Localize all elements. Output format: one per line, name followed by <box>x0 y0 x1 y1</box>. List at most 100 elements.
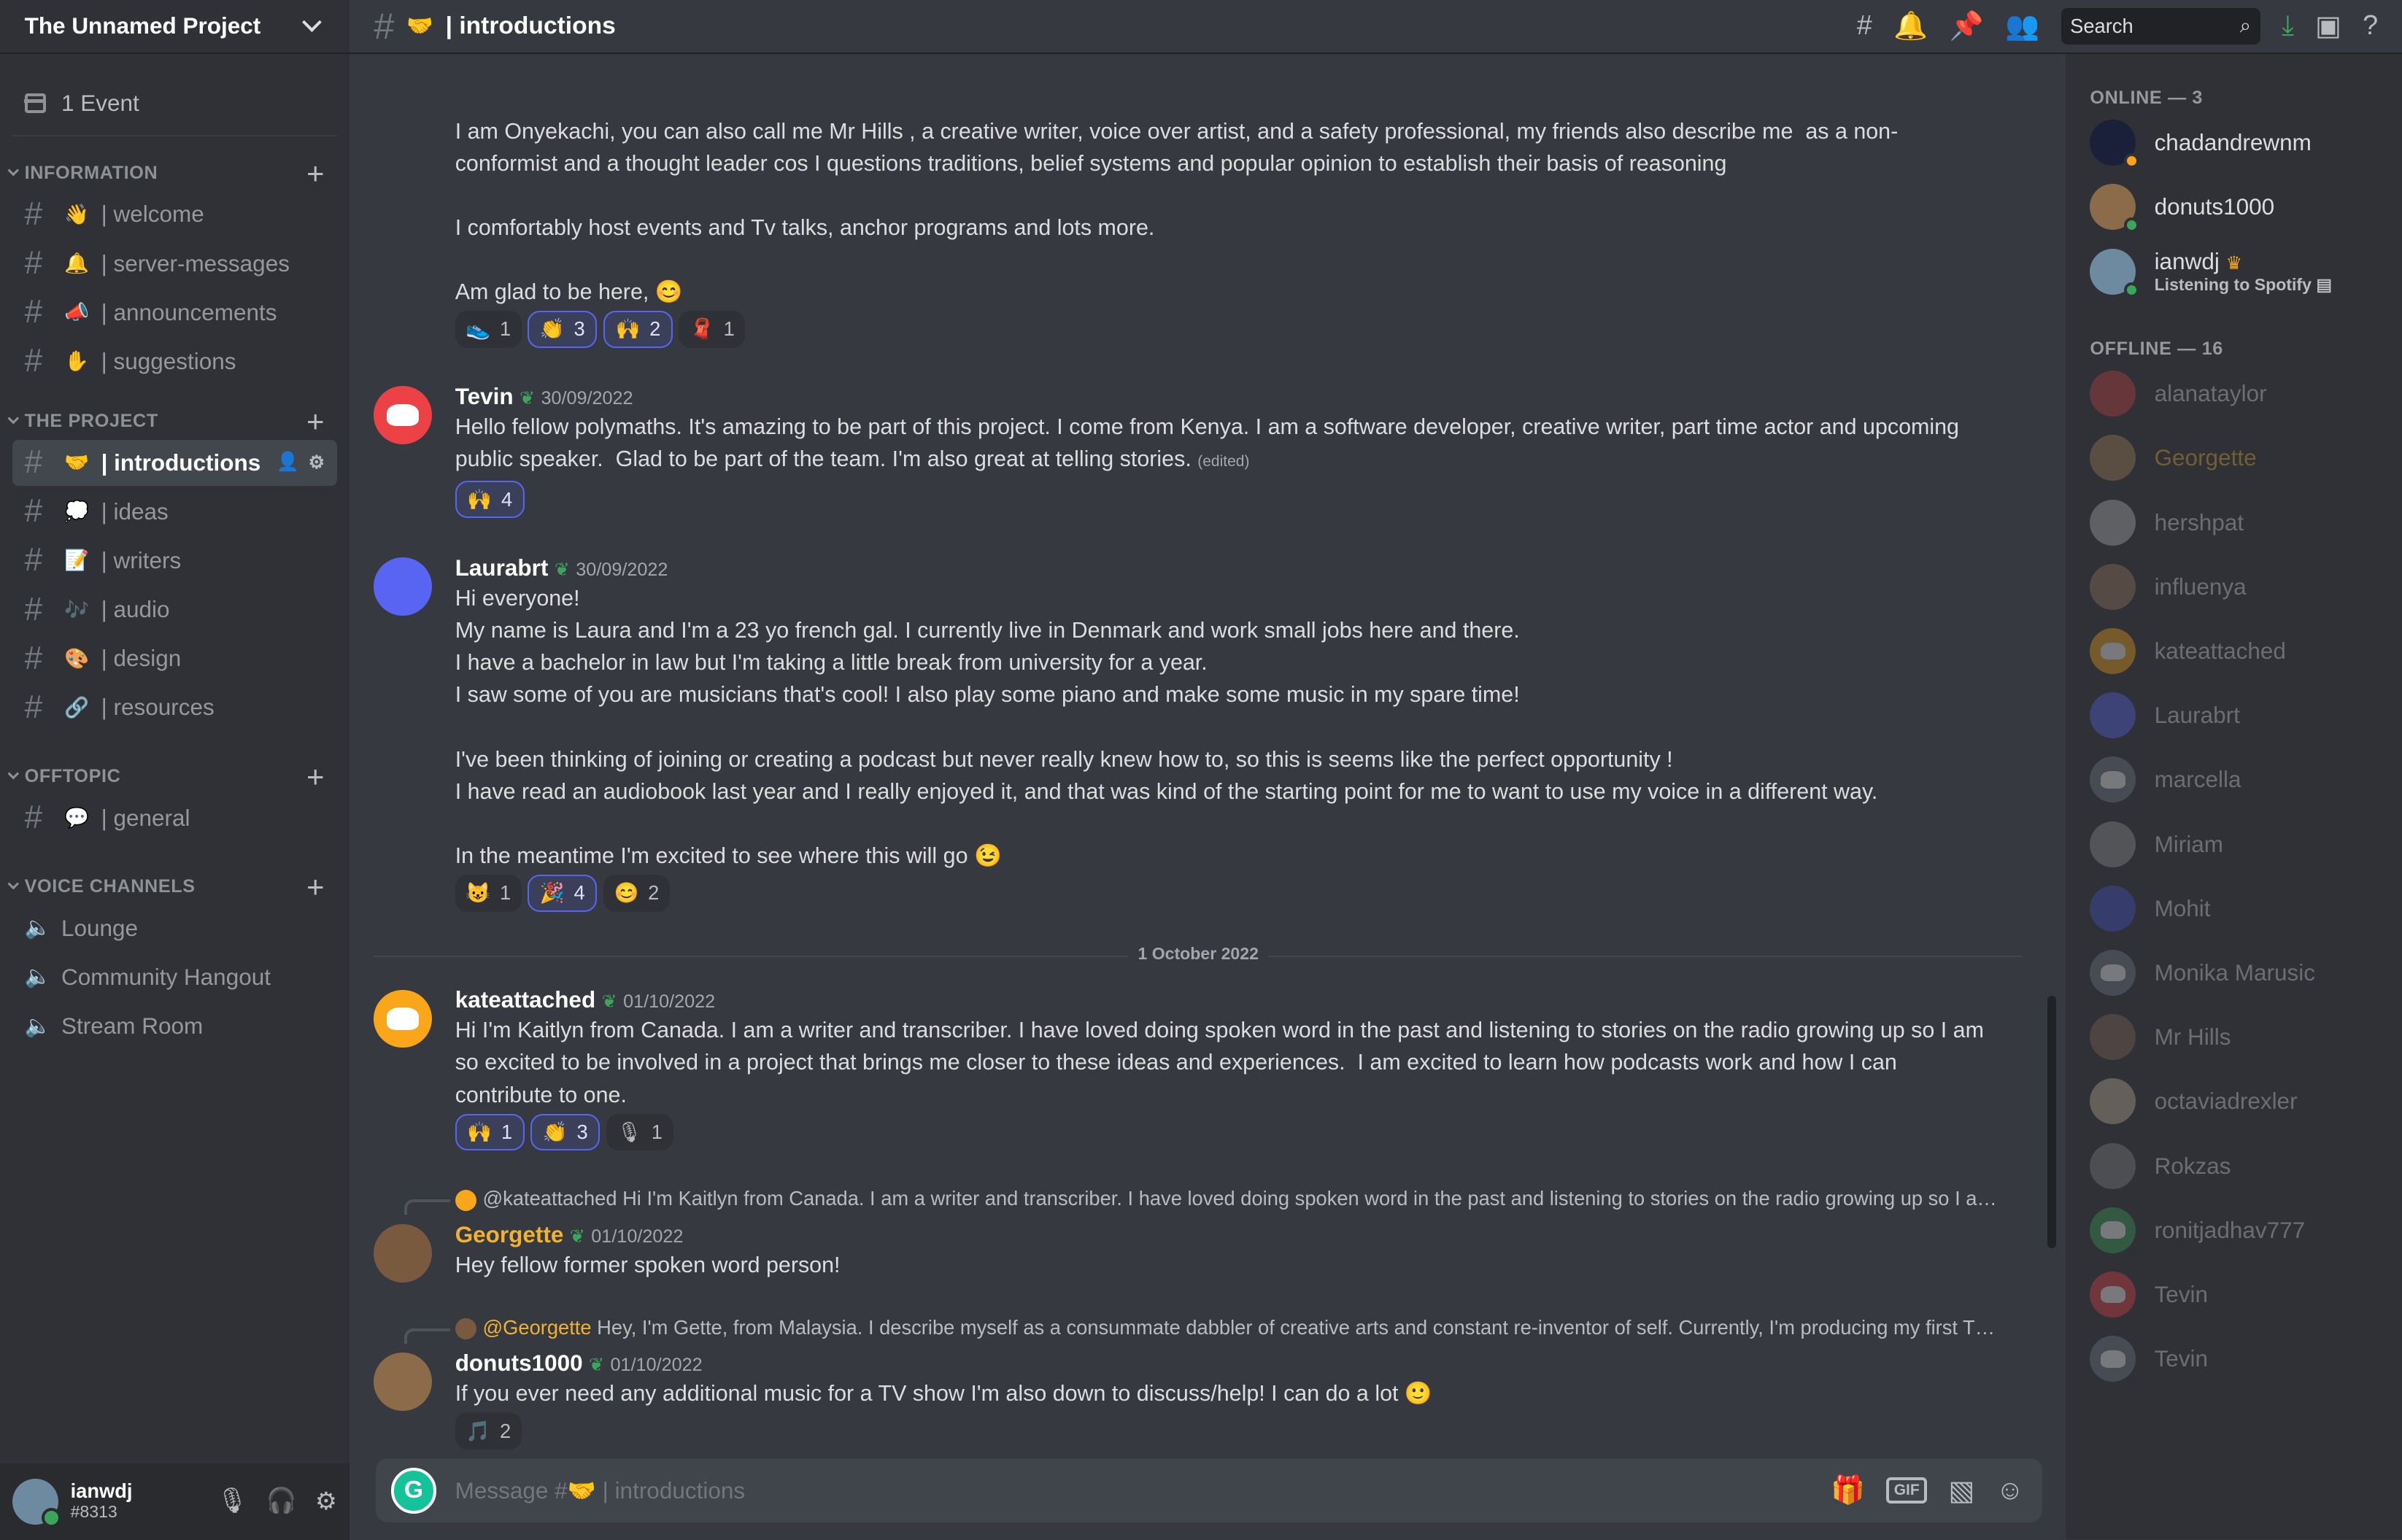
bell-icon[interactable]: 🔔 <box>1893 10 1928 42</box>
member-item[interactable]: chadandrewnm <box>2090 119 2312 169</box>
member-item[interactable]: alanataylor <box>2090 371 2267 417</box>
member-item[interactable]: Monika Marusic <box>2090 950 2315 996</box>
scrollbar[interactable] <box>2047 995 2057 1249</box>
reaction-count: 2 <box>499 1419 511 1442</box>
add-channel-icon[interactable]: + <box>306 406 325 436</box>
add-channel-icon[interactable]: + <box>306 761 325 792</box>
channel-resources[interactable]: # 🔗 | resources <box>12 684 337 730</box>
channel-suggestions[interactable]: # ✋ | suggestions <box>12 338 337 384</box>
voice-channel-lounge[interactable]: 🔈 Lounge <box>12 905 337 951</box>
reaction-count: 1 <box>501 1121 513 1144</box>
member-item[interactable]: ianwdj ♛ Listening to Spotify ▤ <box>2090 248 2332 298</box>
member-item[interactable]: Rokzas <box>2090 1142 2231 1189</box>
reply-preview[interactable]: @kateattached Hi I'm Kaitlyn from Canada… <box>455 1187 1998 1211</box>
status-online-icon <box>2123 282 2139 298</box>
channel-title: | introductions <box>445 12 616 39</box>
category-offtopic[interactable]: OFFTOPIC + <box>0 761 350 792</box>
voice-channel-stream-room[interactable]: 🔈 Stream Room <box>12 1003 337 1049</box>
hash-icon: # <box>24 343 43 379</box>
gear-icon[interactable]: ⚙ <box>315 1487 337 1516</box>
author-name[interactable]: donuts1000 <box>455 1350 583 1376</box>
author-name[interactable]: kateattached <box>455 986 596 1013</box>
server-header[interactable]: The Unnamed Project <box>0 0 350 54</box>
user-panel: ianwdj #8313 🎙 🎧 ⚙ <box>0 1463 350 1540</box>
voice-channel-community-hangout[interactable]: 🔈 Community Hangout <box>12 954 337 1000</box>
placeholder-prefix: Message #🤝 <box>455 1477 596 1504</box>
avatar <box>2090 627 2136 674</box>
channel-writers[interactable]: # 📝 | writers <box>12 538 337 584</box>
add-channel-icon[interactable]: + <box>306 158 325 188</box>
download-icon[interactable]: ⤓ <box>2282 10 2294 42</box>
member-item[interactable]: hershpat <box>2090 499 2244 546</box>
gift-icon[interactable]: 🎁 <box>1831 1474 1865 1506</box>
avatar[interactable] <box>374 989 433 1048</box>
add-channel-icon[interactable]: + <box>306 871 325 902</box>
member-item[interactable]: octaviadrexler <box>2090 1078 2298 1125</box>
member-item[interactable]: Tevin <box>2090 1336 2208 1382</box>
reaction[interactable]: 🎵 2 <box>455 1412 522 1450</box>
category-the-project[interactable]: THE PROJECT + <box>0 406 350 436</box>
channel-audio[interactable]: # 🎶 | audio <box>12 587 337 632</box>
gif-icon[interactable]: GIF <box>1886 1477 1928 1504</box>
category-voice-channels[interactable]: VOICE CHANNELS + <box>0 871 350 902</box>
reaction[interactable]: 👏 3 <box>528 311 598 348</box>
author-name[interactable]: Laurabrt <box>455 554 549 581</box>
avatar[interactable] <box>374 557 433 616</box>
threads-icon[interactable]: # <box>1857 10 1872 42</box>
calendar-icon <box>24 93 47 114</box>
channel-introductions[interactable]: # 🤝 | introductions 👤 ⚙ <box>12 439 337 486</box>
members-icon[interactable]: 👥 <box>2005 10 2039 42</box>
member-item[interactable]: Mr Hills <box>2090 1014 2231 1061</box>
member-item[interactable]: ronitjadhav777 <box>2090 1207 2305 1253</box>
grammarly-icon[interactable]: G <box>390 1467 437 1514</box>
avatar[interactable] <box>374 1353 433 1412</box>
member-item[interactable]: Georgette <box>2090 435 2257 481</box>
reaction[interactable]: 🙌 4 <box>455 481 525 518</box>
member-item[interactable]: Tevin <box>2090 1271 2208 1317</box>
member-item[interactable]: Miriam <box>2090 821 2223 867</box>
member-item[interactable]: influenya <box>2090 563 2247 610</box>
reaction[interactable]: 🙌 1 <box>455 1113 525 1151</box>
reaction[interactable]: 😊 2 <box>603 875 670 912</box>
emoji-icon[interactable]: ☺ <box>1996 1475 2025 1506</box>
category-information[interactable]: INFORMATION + <box>0 158 350 188</box>
gear-icon[interactable]: ⚙ <box>309 452 325 473</box>
channel-ideas[interactable]: # 💭 | ideas <box>12 489 337 535</box>
reaction[interactable]: 👟 1 <box>455 311 522 348</box>
avatar <box>2090 757 2136 803</box>
help-icon[interactable]: ? <box>2363 10 2378 42</box>
events-button[interactable]: 1 Event <box>12 72 337 136</box>
microphone-icon[interactable]: 🎙 <box>217 1487 248 1516</box>
channel-design[interactable]: # 🎨 | design <box>12 635 337 681</box>
reply-preview[interactable]: @Georgette Hey, I'm Gette, from Malaysia… <box>455 1316 1998 1340</box>
headphones-icon[interactable]: 🎧 <box>266 1487 297 1516</box>
member-item[interactable]: donuts1000 <box>2090 183 2274 233</box>
reaction[interactable]: 😺 1 <box>455 875 522 912</box>
channel-general[interactable]: # 💬 | general <box>12 795 337 841</box>
author-name[interactable]: Georgette <box>455 1221 564 1247</box>
sticker-icon[interactable]: ▧ <box>1948 1474 1974 1507</box>
invite-icon[interactable]: 👤 <box>277 452 299 473</box>
reaction-count: 2 <box>648 881 660 905</box>
member-item[interactable]: marcella <box>2090 757 2241 803</box>
reaction[interactable]: 🙌 2 <box>603 311 673 348</box>
pin-icon[interactable]: 📌 <box>1950 10 1984 42</box>
inbox-icon[interactable]: ▣ <box>2315 9 2341 42</box>
channel-welcome[interactable]: # 👋 | welcome <box>12 191 337 237</box>
channel-announcements[interactable]: # 📣 | announcements <box>12 290 337 336</box>
author-name[interactable]: Tevin <box>455 383 514 409</box>
reaction[interactable]: 🎉 4 <box>528 875 598 912</box>
search-input[interactable]: Search ⌕ <box>2061 7 2260 45</box>
channel-server-messages[interactable]: # 🔔 | server-messages <box>12 241 337 287</box>
member-item[interactable]: Laurabrt <box>2090 692 2240 739</box>
avatar[interactable] <box>12 1478 61 1528</box>
message-input[interactable]: G Message #🤝 | introductions 🎁 GIF ▧ ☺ <box>375 1458 2043 1523</box>
member-item[interactable]: Mohit <box>2090 885 2211 932</box>
reaction[interactable]: 👏 3 <box>530 1113 600 1151</box>
chevron-down-icon <box>7 767 19 779</box>
reaction[interactable]: 🎙 1 <box>606 1113 673 1151</box>
avatar[interactable] <box>374 1223 433 1282</box>
reaction[interactable]: 🧣 1 <box>679 311 746 348</box>
member-item[interactable]: kateattached <box>2090 627 2286 674</box>
avatar[interactable] <box>374 386 433 444</box>
